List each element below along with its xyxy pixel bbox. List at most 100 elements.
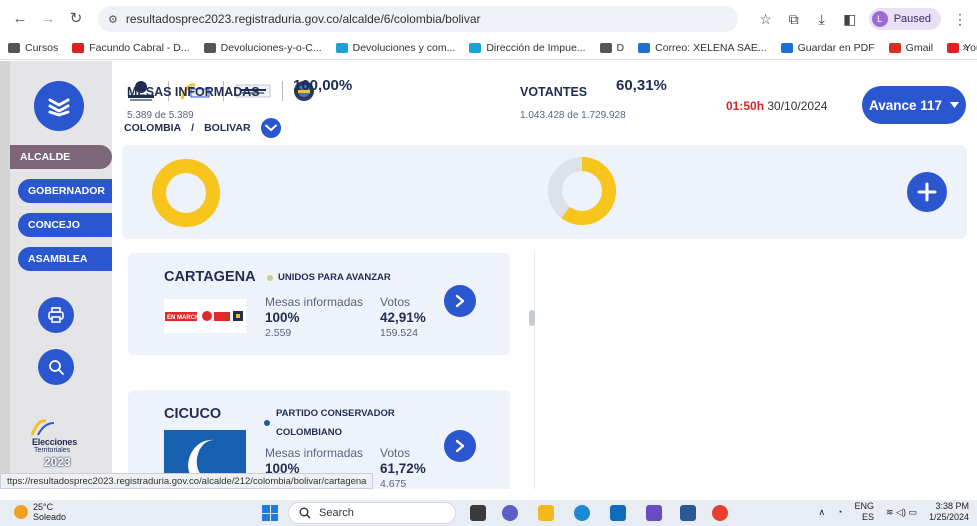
bookmark-label: Devoluciones-y-o-C... (220, 41, 322, 54)
bookmark-item[interactable]: Gmail (888, 42, 933, 54)
language-indicator[interactable]: ENG ES (854, 501, 874, 523)
summary-card: MESAS INFORMADAS 100,00% 5.389 de 5.389 … (122, 77, 967, 239)
bookmark-item[interactable]: Correo: XELENA SAE... (638, 42, 767, 54)
download-icon[interactable]: ⤓ (813, 11, 831, 28)
forward-icon[interactable]: → (36, 6, 60, 30)
file-explorer-icon[interactable] (538, 505, 554, 521)
taskview-icon[interactable] (470, 505, 486, 521)
breadcrumb-department[interactable]: BOLIVAR (204, 122, 250, 134)
tray-chevron-icon[interactable]: ∧ (818, 507, 825, 518)
bookmark-item[interactable]: D (599, 41, 625, 54)
breadcrumb: COLOMBIA / BOLIVAR (124, 118, 281, 138)
list-scrollbar[interactable] (529, 310, 535, 326)
tray-app-icon[interactable]: ◔ (837, 507, 842, 517)
votos-count: 4.675 (380, 478, 407, 489)
location-dropdown-button[interactable] (260, 118, 281, 138)
tab-gobernador[interactable]: GOBERNADOR (18, 179, 112, 203)
address-url: resultadosprec2023.registraduria.gov.co/… (125, 12, 481, 26)
clock-time: 3:38 PM (935, 501, 969, 511)
windows-start-icon[interactable] (262, 505, 278, 521)
panel-divider (534, 251, 535, 489)
menu-kebab-icon[interactable]: ⋮ (951, 11, 969, 28)
card-detail-button[interactable] (444, 430, 476, 462)
bookmark-icon (335, 42, 348, 53)
elecciones-logo: Elecciones Territoriales 2023 (24, 417, 96, 469)
bookmark-icon (888, 42, 901, 53)
bookmark-item[interactable]: Devoluciones-y-o-C... (203, 41, 322, 54)
taskbar-search[interactable]: Search (288, 502, 456, 524)
votos-label: Votos (380, 446, 411, 460)
page-content: ALCALDE GOBERNADOR CONCEJO ASAMBLEA Elec… (0, 61, 977, 489)
candidate-logo-icon: EN MARCHA (164, 299, 246, 333)
bookmark-label: D (616, 41, 625, 54)
breadcrumb-country[interactable]: COLOMBIA (124, 122, 181, 134)
browser-toolbar: ← → ↻ ⚙ resultadosprec2023.registraduria… (0, 0, 977, 36)
avance-label: Avance 117 (868, 97, 943, 113)
bookmark-icon (469, 42, 482, 53)
logo-subtitle: Territoriales (34, 447, 71, 454)
site-info-icon[interactable]: ⚙ (108, 13, 118, 26)
logo-title: Elecciones (32, 437, 78, 447)
sidepanel-icon[interactable]: ◧ (841, 11, 859, 28)
search-icon (49, 360, 64, 375)
browser-actions: ☆ ⧉ ⤓ ◧ L Paused ⋮ (757, 6, 977, 32)
chevron-right-icon (455, 294, 465, 308)
votos-percentage: 42,91% (380, 310, 426, 325)
card-municipio: CARTAGENA (164, 269, 256, 285)
print-button[interactable] (38, 297, 74, 333)
votos-count: 159.524 (380, 327, 418, 339)
taskbar-search-placeholder: Search (319, 507, 354, 519)
svg-text:EN MARCHA: EN MARCHA (167, 315, 204, 321)
weather-widget[interactable]: 25°C Soleado (14, 502, 66, 522)
bookmark-label: Devoluciones y com... (352, 41, 456, 54)
bookmark-item[interactable]: Dirección de Impue... (469, 41, 586, 54)
votantes-detail: 1.043.428 de 1.729.928 (520, 110, 626, 121)
logo-swoosh-icon (30, 419, 55, 436)
mesas-label: Mesas informadas (265, 446, 364, 460)
bookmark-label: Dirección de Impue... (486, 41, 586, 54)
tab-concejo[interactable]: CONCEJO (18, 213, 112, 237)
votos-percentage: 61,72% (380, 461, 426, 476)
mesas-donut-chart (152, 159, 220, 227)
update-time: 01:50h (726, 99, 765, 113)
tab-asamblea[interactable]: ASAMBLEA (18, 247, 112, 271)
taskbar-clock[interactable]: 3:38 PM 1/25/2024 (929, 501, 969, 523)
expand-button[interactable] (907, 172, 947, 212)
bookmark-icon (780, 42, 793, 53)
reload-icon[interactable]: ↻ (64, 6, 88, 30)
address-bar[interactable]: ⚙ resultadosprec2023.registraduria.gov.c… (98, 6, 738, 32)
card-detail-button[interactable] (444, 285, 476, 317)
avance-dropdown-button[interactable]: Avance 117 (862, 86, 966, 124)
app-icon[interactable] (646, 505, 662, 521)
profile-button[interactable]: L Paused (868, 8, 941, 30)
teams-icon[interactable] (502, 505, 518, 521)
chevron-right-icon (455, 439, 465, 453)
bookmark-item[interactable]: Guardar en PDF (780, 42, 875, 54)
edge-icon[interactable] (574, 505, 590, 521)
word-icon[interactable] (680, 505, 696, 521)
chrome-icon[interactable] (712, 505, 728, 521)
menu-toggle-button[interactable] (34, 81, 84, 131)
wifi-volume-battery-icon[interactable]: ≋ ◁) ▭ (886, 507, 917, 518)
bookmark-icon (599, 42, 612, 53)
back-icon[interactable]: ← (8, 6, 32, 30)
bookmark-item[interactable]: Devoluciones y com... (335, 41, 456, 54)
mesas-donut-arc (152, 159, 220, 227)
sidebar: ALCALDE GOBERNADOR CONCEJO ASAMBLEA Elec… (10, 61, 112, 489)
star-icon[interactable]: ☆ (757, 11, 775, 28)
bookmark-icon (72, 42, 85, 53)
mail-icon[interactable] (610, 505, 626, 521)
bookmarks-overflow-icon[interactable]: » (962, 40, 969, 54)
result-card-cartagena[interactable]: CARTAGENA UNIDOS PARA AVANZAR EN MARCHA … (128, 253, 510, 355)
bookmark-icon (947, 42, 960, 53)
bookmark-item[interactable]: Cursos (8, 42, 58, 54)
search-button[interactable] (38, 349, 74, 385)
tab-alcalde[interactable]: ALCALDE (10, 145, 112, 169)
sun-icon (14, 505, 28, 519)
logo-year: 2023 (44, 455, 71, 469)
logo-divider (282, 81, 283, 101)
party-color-dot (267, 275, 273, 281)
extensions-icon[interactable]: ⧉ (785, 11, 803, 28)
system-tray: ∧ ◔ ENG ES ≋ ◁) ▭ 3:38 PM 1/25/2024 (818, 501, 969, 523)
bookmark-item[interactable]: Facundo Cabral - D... (72, 42, 190, 54)
